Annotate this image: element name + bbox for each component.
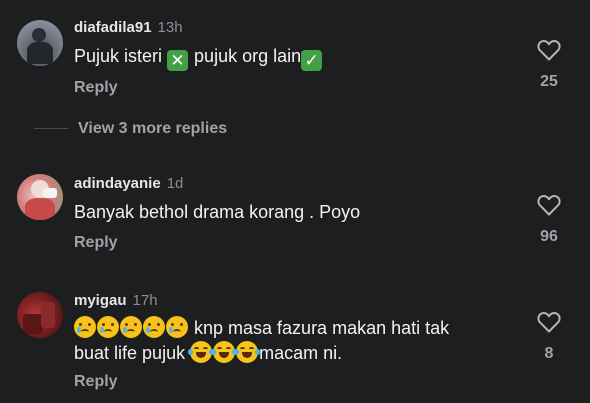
comment-text: Pujuk isteri ✕ pujuk org lain ✓: [74, 44, 323, 71]
comment-text-line-1: knp masa fazura makan hati tak: [74, 316, 449, 340]
crying-face-emoji-icon: [166, 316, 188, 338]
like-button[interactable]: [534, 311, 564, 333]
crying-face-emoji-icon: [120, 316, 142, 338]
tears-of-joy-emoji-icon: [211, 341, 238, 363]
timestamp: 13h: [157, 19, 183, 36]
view-more-replies-button[interactable]: View 3 more replies: [34, 120, 227, 138]
comment-text: Banyak bethol drama korang . Poyo: [74, 202, 361, 222]
divider-line: [34, 128, 68, 130]
comment-header: diafadila91 13h: [74, 19, 183, 36]
tears-of-joy-emoji-icon: [234, 341, 261, 363]
heart-outline-icon: [537, 312, 561, 333]
like-button[interactable]: [534, 39, 564, 61]
crying-face-emoji-icon: [74, 316, 96, 338]
comment-text-line-2: buat life pujuk macam ni.: [74, 341, 343, 363]
username[interactable]: adindayanie: [74, 175, 161, 192]
heart-outline-icon: [537, 40, 561, 61]
heart-outline-icon: [537, 195, 561, 216]
cross-mark-emoji-icon: ✕: [167, 50, 189, 71]
like-count: 25: [540, 73, 558, 90]
tears-of-joy-emoji-icon: [188, 341, 215, 363]
avatar[interactable]: [17, 292, 63, 338]
like-count: 8: [544, 345, 554, 362]
comments-panel: diafadila91 13h Pujuk isteri ✕ pujuk org …: [0, 0, 590, 403]
timestamp: 17h: [132, 292, 158, 309]
like-count: 96: [540, 228, 558, 245]
avatar[interactable]: [17, 174, 63, 220]
crying-face-emoji-icon: [97, 316, 119, 338]
timestamp: 1d: [166, 175, 184, 192]
username[interactable]: myigau: [74, 292, 127, 309]
reply-button[interactable]: Reply: [74, 79, 118, 97]
like-button[interactable]: [534, 194, 564, 216]
comment-header: adindayanie 1d: [74, 175, 183, 192]
reply-button[interactable]: Reply: [74, 373, 118, 391]
reply-button[interactable]: Reply: [74, 234, 118, 252]
username[interactable]: diafadila91: [74, 19, 152, 36]
avatar[interactable]: [17, 20, 63, 66]
comment-header: myigau 17h: [74, 292, 158, 309]
crying-face-emoji-icon: [143, 316, 165, 338]
check-mark-emoji-icon: ✓: [301, 50, 323, 71]
